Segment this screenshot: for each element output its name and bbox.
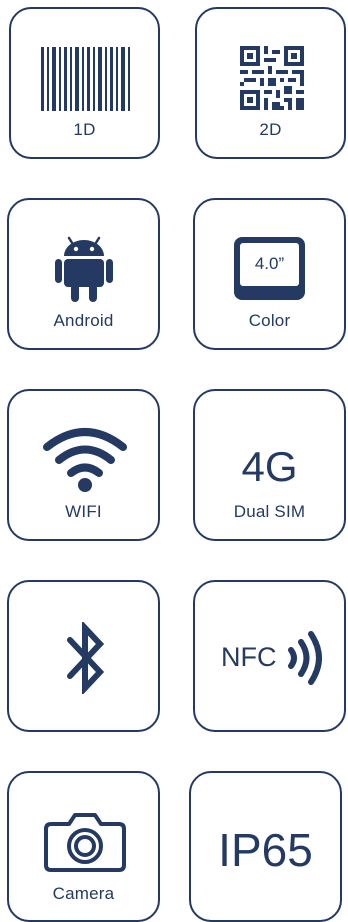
tile-label: 2D: [259, 120, 282, 139]
android-icon: [55, 236, 113, 302]
camera-icon: [44, 813, 126, 872]
feature-tile-nfc: NFC: [193, 580, 346, 732]
feature-tile-camera: Camera: [7, 771, 160, 922]
nfc-icon: [288, 631, 322, 685]
screen-size-text: 4.0”: [254, 254, 285, 273]
bluetooth-icon: [67, 622, 105, 694]
feature-tile-2d: 2D: [195, 7, 346, 159]
tile-label: Android: [53, 311, 114, 330]
feature-tile-bluetooth: [7, 580, 160, 732]
wifi-icon: [43, 428, 127, 492]
feature-tile-4g: 4G Dual SIM: [193, 389, 346, 541]
feature-tile-android: Android: [7, 198, 160, 350]
feature-tile-ip65: IP65: [189, 771, 342, 922]
nfc-text: NFC: [221, 642, 277, 672]
barcode-icon: [41, 47, 130, 111]
tile-label: 1D: [73, 120, 96, 139]
ip-rating-icon: IP65: [218, 824, 313, 876]
tile-label: Camera: [52, 884, 115, 903]
network-icon: 4G: [241, 443, 298, 490]
screen-icon: 4.0”: [234, 237, 305, 300]
tile-label: WIFI: [65, 502, 102, 521]
qr-code-icon: [240, 46, 304, 110]
feature-tile-color: 4.0” Color: [193, 198, 346, 350]
feature-tile-1d: 1D: [9, 7, 160, 159]
tile-label: Dual SIM: [233, 502, 306, 521]
tile-label: Color: [248, 311, 291, 330]
feature-tile-wifi: WIFI: [7, 389, 160, 541]
